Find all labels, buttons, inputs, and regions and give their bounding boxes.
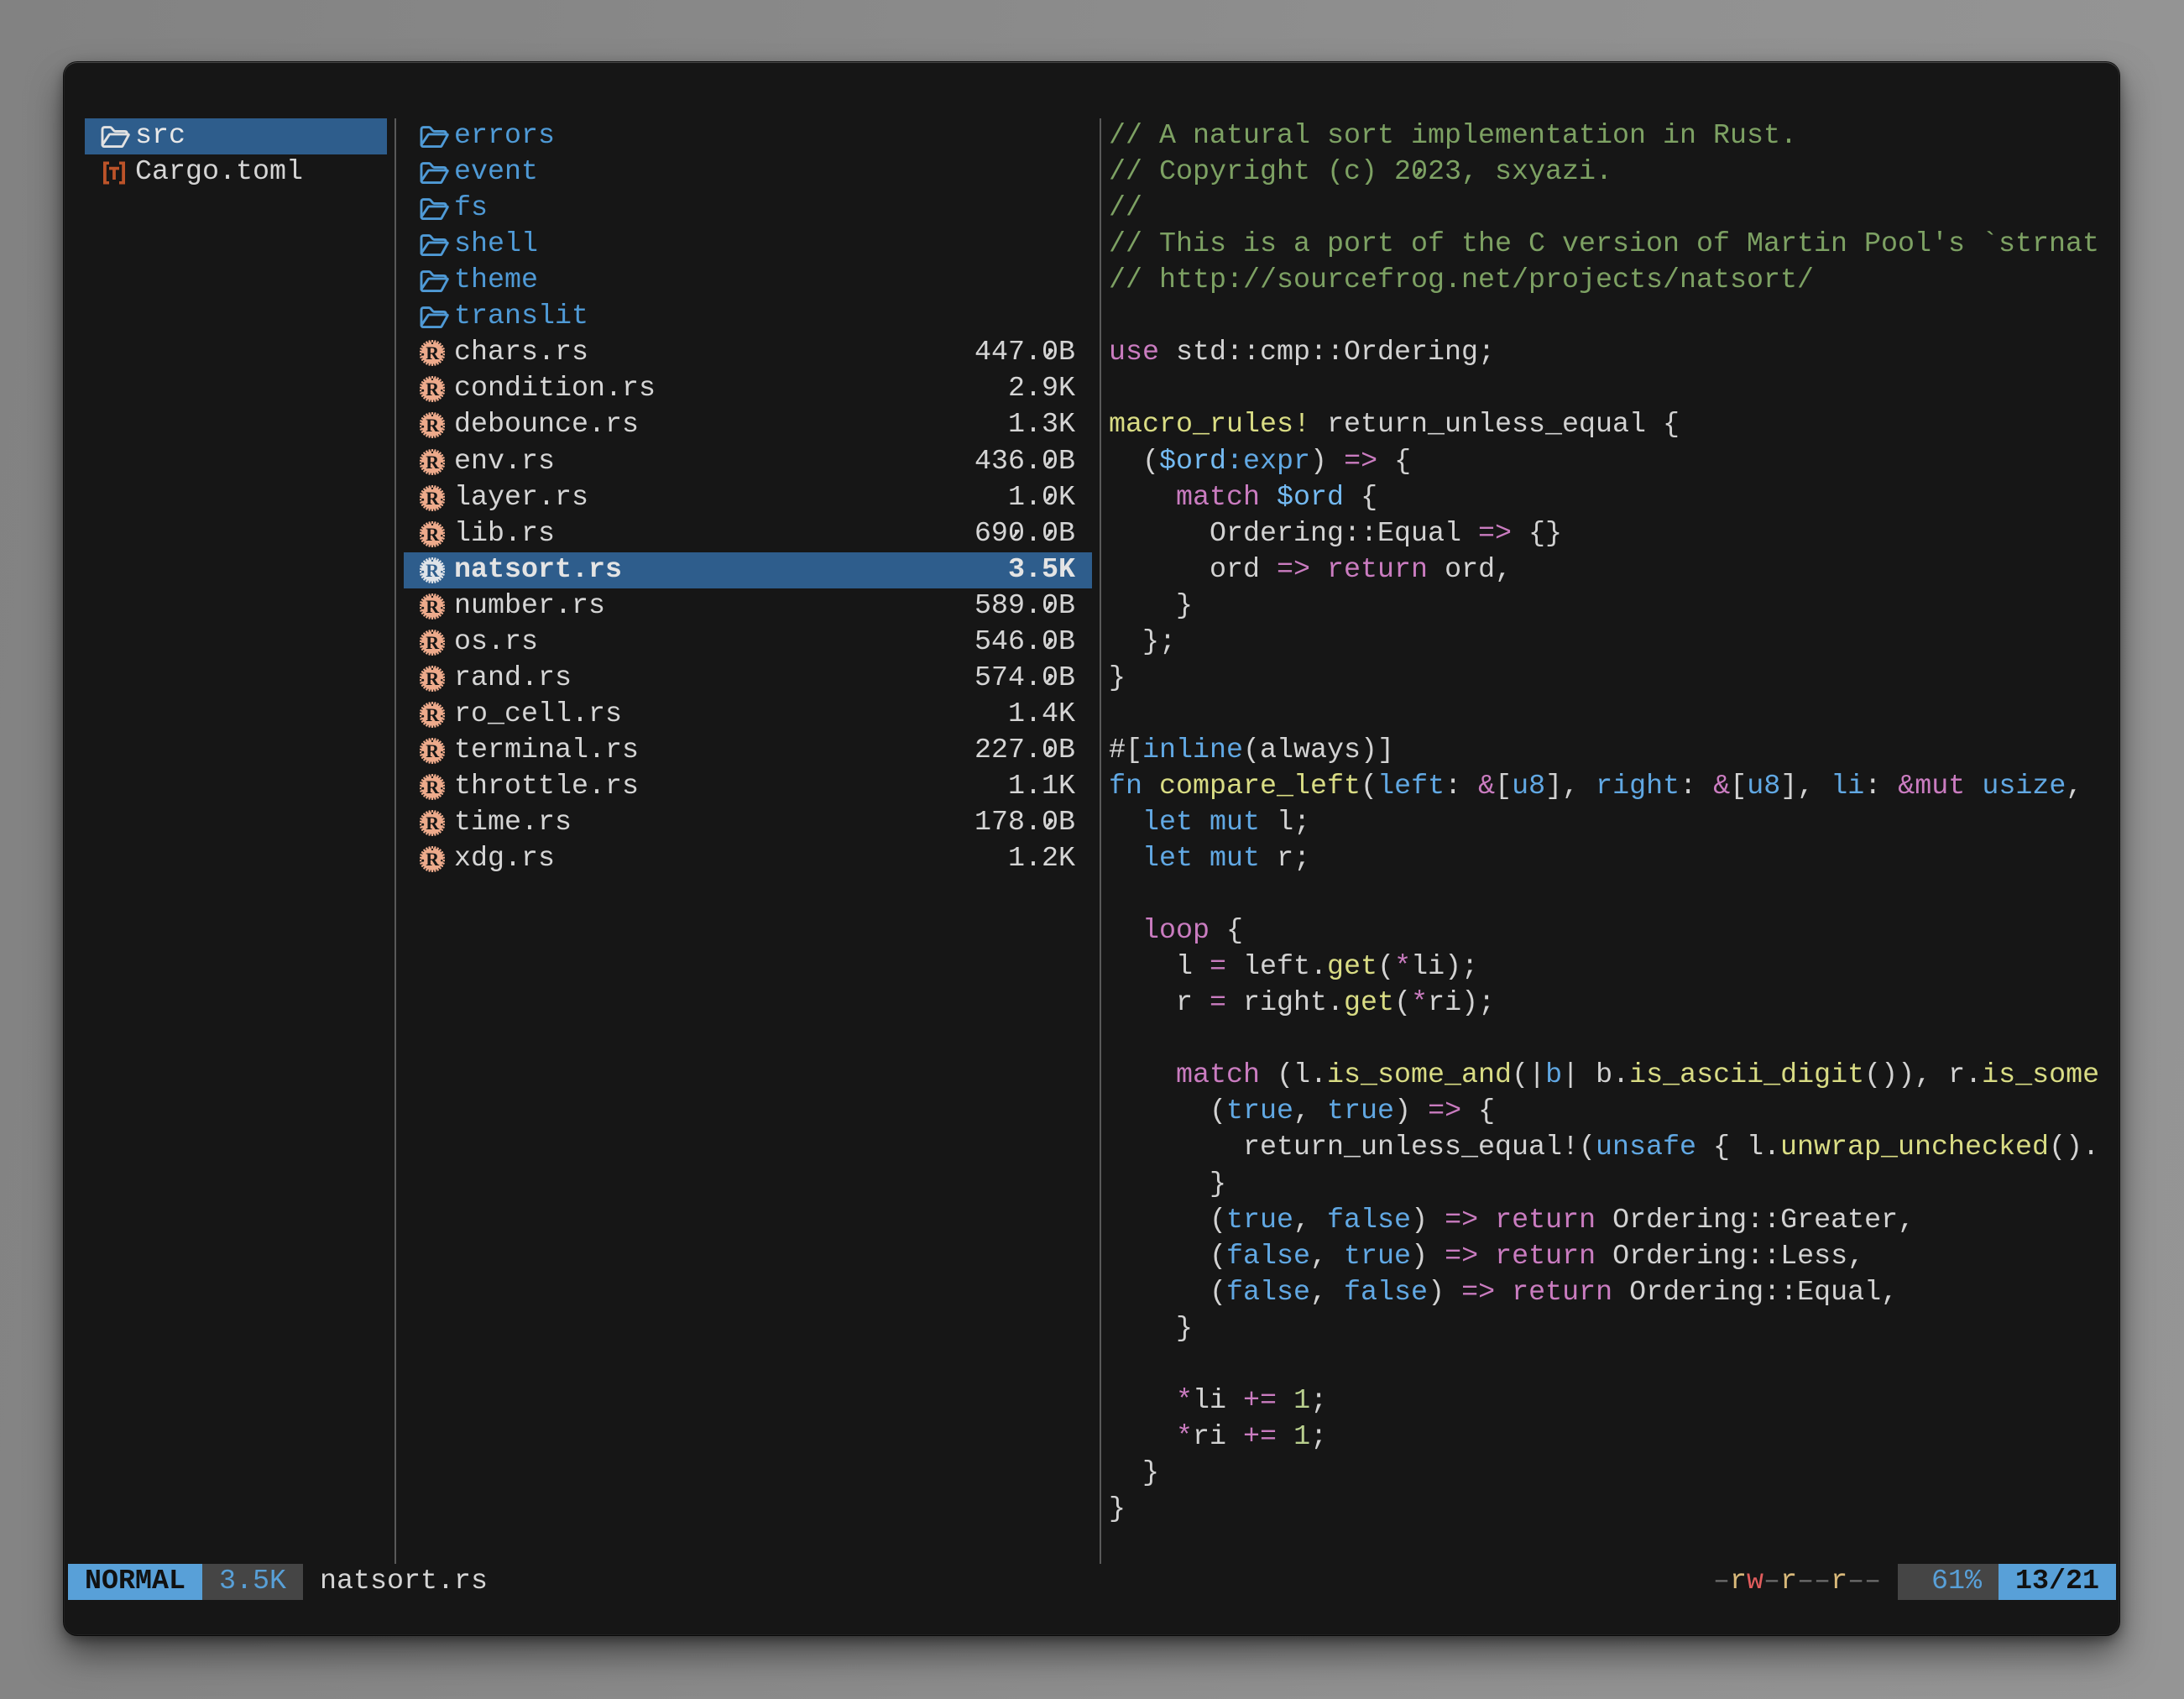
svg-text:R: R xyxy=(426,668,440,689)
svg-text:R: R xyxy=(426,813,440,834)
svg-text:R: R xyxy=(426,560,440,581)
svg-text:R: R xyxy=(426,416,440,437)
svg-text:R: R xyxy=(426,342,440,363)
svg-text:R: R xyxy=(426,776,440,797)
svg-text:R: R xyxy=(426,524,440,545)
svg-text:R: R xyxy=(426,740,440,761)
svg-text:R: R xyxy=(426,452,440,473)
svg-text:R: R xyxy=(426,488,440,509)
svg-text:R: R xyxy=(426,704,440,725)
svg-text:R: R xyxy=(426,379,440,400)
svg-text:R: R xyxy=(426,632,440,653)
svg-text:R: R xyxy=(426,596,440,617)
svg-text:R: R xyxy=(426,849,440,870)
